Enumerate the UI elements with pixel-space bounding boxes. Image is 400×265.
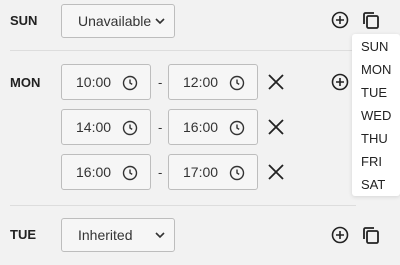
remove-slot-1-close-icon[interactable] (266, 72, 286, 92)
clock-icon (229, 165, 245, 181)
sun-availability-select[interactable]: Unavailable (61, 4, 175, 38)
copy-menu-option-wed[interactable]: WED (361, 108, 391, 123)
copy-menu-option-fri[interactable]: FRI (361, 154, 382, 169)
range-separator: - (158, 120, 163, 135)
mon-slot-3-start-input[interactable]: 16:00 (61, 154, 151, 190)
day-label-sun: SUN (10, 13, 38, 28)
copy-menu-option-mon[interactable]: MON (361, 62, 391, 77)
copy-menu-option-thu[interactable]: THU (361, 131, 388, 146)
chevron-down-icon (155, 18, 165, 25)
mon-slot-2-end-input[interactable]: 16:00 (168, 109, 258, 145)
mon-slot-1-end-input[interactable]: 12:00 (168, 64, 258, 100)
clock-icon (229, 75, 245, 91)
sun-select-value: Unavailable (78, 13, 152, 29)
plus-circle-icon[interactable] (331, 73, 349, 91)
time-value: 17:00 (183, 164, 219, 180)
time-value: 14:00 (76, 119, 112, 135)
clock-icon (122, 165, 138, 181)
mon-slot-2-start-input[interactable]: 14:00 (61, 109, 151, 145)
mon-slot-1-start-input[interactable]: 10:00 (61, 64, 151, 100)
range-separator: - (158, 75, 163, 90)
copy-icon[interactable] (361, 10, 381, 30)
remove-slot-2-close-icon[interactable] (266, 117, 286, 137)
chevron-down-icon (155, 232, 165, 239)
copy-menu-option-sun[interactable]: SUN (361, 39, 388, 54)
remove-slot-3-close-icon[interactable] (266, 162, 286, 182)
clock-icon (229, 120, 245, 136)
plus-circle-icon[interactable] (331, 11, 349, 29)
tue-availability-select[interactable]: Inherited (61, 218, 175, 252)
time-value: 12:00 (183, 74, 219, 90)
day-label-mon: MON (10, 75, 41, 90)
clock-icon (122, 120, 138, 136)
clock-icon (122, 75, 138, 91)
day-label-tue: TUE (10, 227, 36, 242)
time-value: 16:00 (183, 119, 219, 135)
time-value: 16:00 (76, 164, 112, 180)
copy-menu-option-tue[interactable]: TUE (361, 85, 387, 100)
copy-menu-option-sat[interactable]: SAT (361, 177, 385, 192)
plus-circle-icon[interactable] (331, 226, 349, 244)
time-value: 10:00 (76, 74, 112, 90)
row-divider (10, 50, 356, 51)
row-divider (10, 205, 356, 206)
copy-icon[interactable] (361, 225, 381, 245)
mon-slot-3-end-input[interactable]: 17:00 (168, 154, 258, 190)
copy-days-menu: SUN MON TUE WED THU FRI SAT (352, 34, 400, 196)
range-separator: - (158, 165, 163, 180)
tue-select-value: Inherited (78, 227, 133, 243)
